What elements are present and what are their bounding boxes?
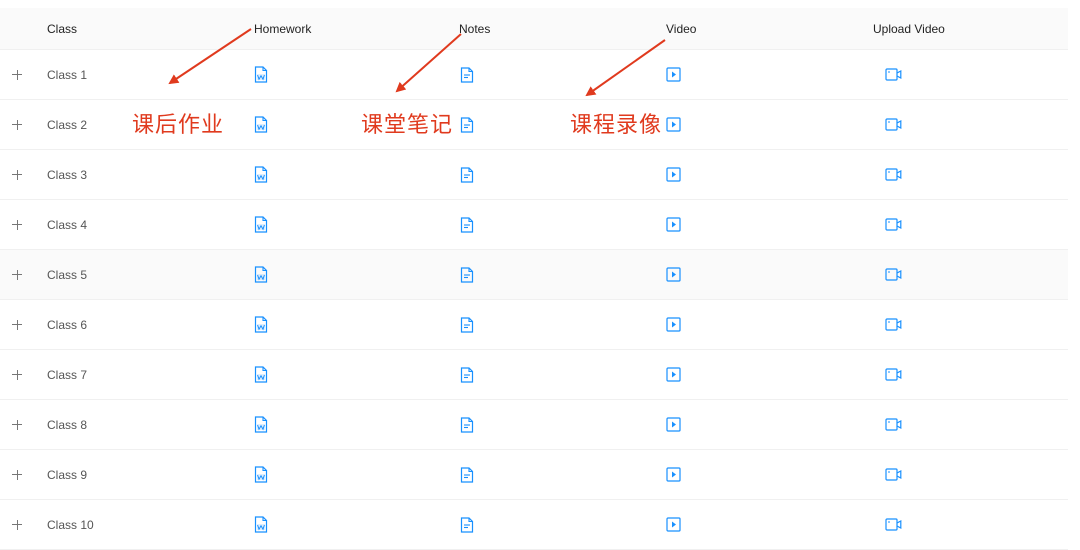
homework-word-document-icon[interactable] xyxy=(254,450,268,499)
play-video-icon[interactable] xyxy=(666,400,681,449)
upload-video-camera-icon[interactable] xyxy=(885,200,902,249)
plus-icon xyxy=(12,69,22,80)
expand-row-button[interactable] xyxy=(11,300,23,349)
plus-icon xyxy=(12,119,22,130)
notes-document-icon[interactable] xyxy=(460,150,474,199)
upload-video-camera-icon[interactable] xyxy=(885,400,902,449)
notes-document-icon[interactable] xyxy=(460,350,474,399)
class-table: Class Homework Notes Video Upload Video … xyxy=(0,8,1068,550)
homework-word-document-icon[interactable] xyxy=(254,500,268,549)
table-row: Class 10 xyxy=(0,500,1068,550)
play-video-icon[interactable] xyxy=(666,100,681,149)
class-name: Class 1 xyxy=(47,67,88,82)
plus-icon xyxy=(12,419,22,430)
upload-video-camera-icon[interactable] xyxy=(885,350,902,399)
class-name: Class 10 xyxy=(47,517,94,532)
expand-row-button[interactable] xyxy=(11,450,23,499)
expand-row-button[interactable] xyxy=(11,250,23,299)
class-name: Class 9 xyxy=(47,467,88,482)
expand-row-button[interactable] xyxy=(11,400,23,449)
homework-word-document-icon[interactable] xyxy=(254,250,268,299)
play-video-icon[interactable] xyxy=(666,500,681,549)
class-name: Class 4 xyxy=(47,217,88,232)
play-video-icon[interactable] xyxy=(666,50,681,99)
class-name: Class 8 xyxy=(47,417,88,432)
plus-icon xyxy=(12,169,22,180)
upload-video-camera-icon[interactable] xyxy=(885,50,902,99)
notes-document-icon[interactable] xyxy=(460,400,474,449)
table-row: Class 4 xyxy=(0,200,1068,250)
homework-word-document-icon[interactable] xyxy=(254,100,268,149)
table-row: Class 3 xyxy=(0,150,1068,200)
plus-icon xyxy=(12,519,22,530)
class-name: Class 7 xyxy=(47,367,88,382)
upload-video-camera-icon[interactable] xyxy=(885,250,902,299)
table-row: Class 8 xyxy=(0,400,1068,450)
play-video-icon[interactable] xyxy=(666,250,681,299)
plus-icon xyxy=(12,369,22,380)
column-header-video[interactable]: Video xyxy=(666,8,696,49)
plus-icon xyxy=(12,269,22,280)
homework-word-document-icon[interactable] xyxy=(254,300,268,349)
expand-row-button[interactable] xyxy=(11,100,23,149)
column-header-homework[interactable]: Homework xyxy=(254,8,311,49)
notes-document-icon[interactable] xyxy=(460,250,474,299)
table-row: Class 5 xyxy=(0,250,1068,300)
table-row: Class 1 xyxy=(0,50,1068,100)
homework-word-document-icon[interactable] xyxy=(254,200,268,249)
class-name: Class 5 xyxy=(47,267,88,282)
plus-icon xyxy=(12,319,22,330)
upload-video-camera-icon[interactable] xyxy=(885,300,902,349)
table-row: Class 9 xyxy=(0,450,1068,500)
column-header-notes[interactable]: Notes xyxy=(459,8,490,49)
annotation-video: 课程录像 xyxy=(570,113,663,138)
annotation-homework: 课后作业 xyxy=(132,113,225,138)
expand-row-button[interactable] xyxy=(11,350,23,399)
table-row: Class 6 xyxy=(0,300,1068,350)
column-header-class[interactable]: Class xyxy=(47,8,77,49)
homework-word-document-icon[interactable] xyxy=(254,50,268,99)
table-row: Class 7 xyxy=(0,350,1068,400)
notes-document-icon[interactable] xyxy=(460,500,474,549)
expand-row-button[interactable] xyxy=(11,200,23,249)
notes-document-icon[interactable] xyxy=(460,100,474,149)
play-video-icon[interactable] xyxy=(666,200,681,249)
notes-document-icon[interactable] xyxy=(460,50,474,99)
upload-video-camera-icon[interactable] xyxy=(885,500,902,549)
homework-word-document-icon[interactable] xyxy=(254,150,268,199)
notes-document-icon[interactable] xyxy=(460,450,474,499)
expand-row-button[interactable] xyxy=(11,50,23,99)
homework-word-document-icon[interactable] xyxy=(254,350,268,399)
expand-row-button[interactable] xyxy=(11,150,23,199)
expand-row-button[interactable] xyxy=(11,500,23,549)
play-video-icon[interactable] xyxy=(666,150,681,199)
class-name: Class 6 xyxy=(47,317,88,332)
column-header-upload-video[interactable]: Upload Video xyxy=(873,8,945,49)
plus-icon xyxy=(12,469,22,480)
play-video-icon[interactable] xyxy=(666,350,681,399)
play-video-icon[interactable] xyxy=(666,300,681,349)
upload-video-camera-icon[interactable] xyxy=(885,100,902,149)
notes-document-icon[interactable] xyxy=(460,200,474,249)
homework-word-document-icon[interactable] xyxy=(254,400,268,449)
class-name: Class 3 xyxy=(47,167,88,182)
play-video-icon[interactable] xyxy=(666,450,681,499)
notes-document-icon[interactable] xyxy=(460,300,474,349)
upload-video-camera-icon[interactable] xyxy=(885,150,902,199)
plus-icon xyxy=(12,219,22,230)
annotation-notes: 课堂笔记 xyxy=(361,113,454,138)
upload-video-camera-icon[interactable] xyxy=(885,450,902,499)
table-header: Class Homework Notes Video Upload Video xyxy=(0,8,1068,50)
class-name: Class 2 xyxy=(47,117,88,132)
